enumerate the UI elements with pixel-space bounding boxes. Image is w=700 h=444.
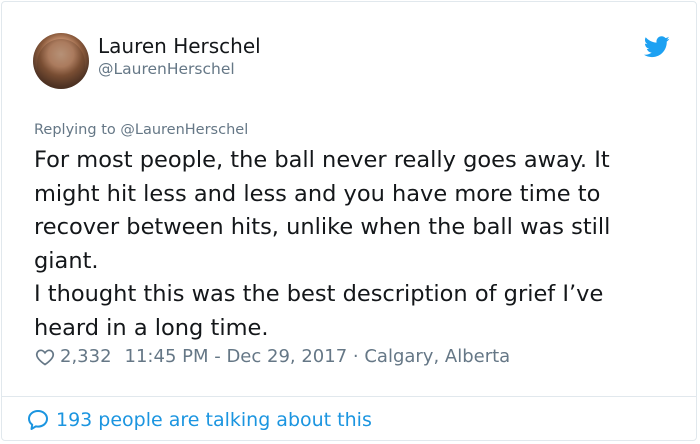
author-handle[interactable]: @LaurenHerschel [98, 60, 235, 78]
avatar[interactable] [33, 33, 89, 89]
tweet-text-paragraph: For most people, the ball never really g… [34, 147, 611, 274]
conversation-text: 193 people are talking about this [56, 409, 372, 431]
replying-handle-link[interactable]: @LaurenHerschel [120, 122, 248, 138]
heart-outline-icon[interactable] [35, 347, 55, 367]
location-link[interactable]: Calgary, Alberta [364, 346, 510, 367]
tweet-card: Lauren Herschel @LaurenHerschel Replying… [1, 1, 697, 441]
divider [2, 396, 696, 397]
timestamp-link[interactable]: 11:45 PM - Dec 29, 2017 [125, 346, 348, 367]
meta-separator: · [347, 346, 365, 367]
twitter-bird-icon[interactable] [644, 36, 670, 58]
replying-prefix: Replying to [34, 122, 121, 138]
tweet-meta: 2,332 11:45 PM - Dec 29, 2017 · Calgary,… [35, 346, 510, 367]
like-count[interactable]: 2,332 [60, 346, 112, 367]
tweet-text-paragraph: I thought this was the best description … [34, 281, 604, 341]
conversation-link[interactable]: 193 people are talking about this [26, 408, 372, 432]
tweet-text: For most people, the ball never really g… [34, 144, 674, 345]
replying-to: Replying to @LaurenHerschel [34, 122, 248, 138]
speech-bubble-icon [28, 410, 48, 430]
author-name[interactable]: Lauren Herschel [98, 34, 261, 58]
